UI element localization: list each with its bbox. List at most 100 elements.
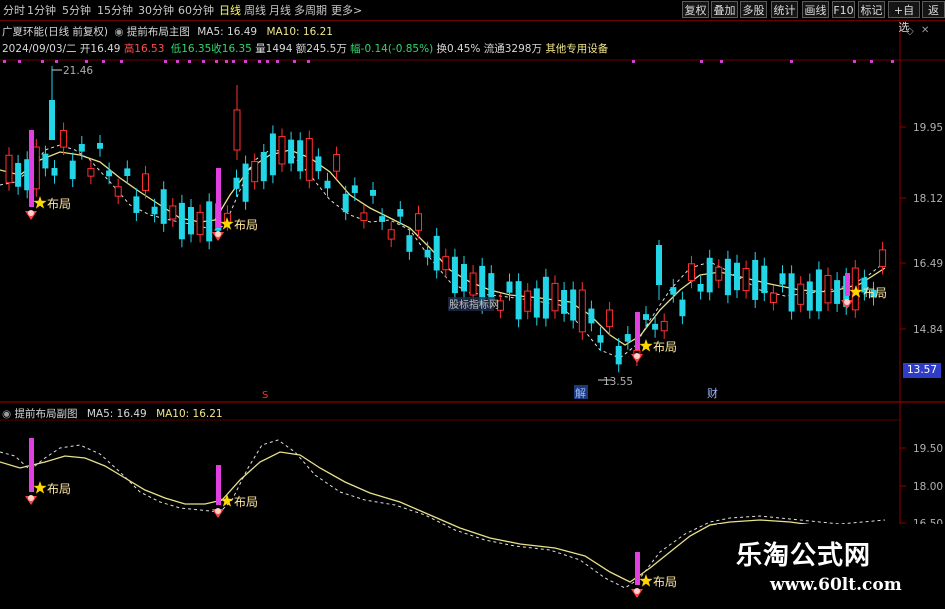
candle-body bbox=[597, 335, 604, 343]
tf-daily[interactable]: 日线 bbox=[219, 2, 241, 18]
candle-body bbox=[433, 235, 440, 271]
star-icon bbox=[33, 196, 47, 209]
candle-body bbox=[60, 129, 68, 148]
signal-label: 布局 bbox=[234, 218, 258, 232]
candlesticks bbox=[5, 66, 887, 373]
huaxian-button[interactable]: 画线 bbox=[802, 1, 829, 18]
candle-body bbox=[734, 262, 740, 291]
add-watchlist-button[interactable]: +自选 bbox=[888, 1, 920, 34]
diejia-button[interactable]: 叠加 bbox=[711, 1, 738, 18]
sub-gear-icon[interactable]: ◉ bbox=[2, 408, 11, 420]
candle-body bbox=[561, 290, 568, 314]
candle-body bbox=[133, 196, 140, 213]
candle-body bbox=[424, 249, 431, 258]
signal-dot bbox=[258, 60, 261, 63]
signal-bar bbox=[29, 438, 34, 492]
diamond-highlight bbox=[844, 299, 850, 305]
candle-body bbox=[160, 189, 167, 224]
diamond-highlight bbox=[634, 353, 640, 359]
signal-dot bbox=[720, 60, 723, 63]
tf-monthly[interactable]: 月线 bbox=[269, 2, 291, 18]
signal-dot bbox=[266, 60, 269, 63]
stock-label[interactable]: 广夏环能(日线 前复权) bbox=[2, 26, 108, 38]
signal-dot bbox=[232, 60, 235, 63]
candle-body bbox=[688, 263, 695, 281]
signal-dot bbox=[18, 60, 21, 63]
candle-body bbox=[406, 235, 413, 252]
price-axis-4: 14.84 bbox=[913, 324, 943, 336]
watermark-url: www.60lt.com bbox=[770, 575, 902, 595]
diamond-highlight bbox=[28, 495, 34, 501]
back-button[interactable]: 返回 bbox=[922, 1, 945, 18]
main-indicator-name[interactable]: 提前布局主图 bbox=[127, 26, 190, 38]
signal-bar bbox=[845, 273, 850, 296]
fuquan-button[interactable]: 复权 bbox=[682, 1, 709, 18]
tf-more[interactable]: 更多> bbox=[331, 2, 362, 18]
biaoji-button[interactable]: 标记 bbox=[858, 1, 885, 18]
tongji-button[interactable]: 统计 bbox=[771, 1, 798, 18]
candle-body bbox=[615, 346, 622, 365]
signal-dot bbox=[293, 60, 296, 63]
candle-body bbox=[461, 264, 467, 292]
diamond-highlight bbox=[634, 588, 640, 594]
price-axis-3: 16.49 bbox=[913, 258, 943, 270]
candle-body bbox=[761, 265, 768, 294]
candle-body bbox=[488, 273, 495, 301]
candle-body bbox=[415, 213, 422, 231]
tf-multi[interactable]: 多周期 bbox=[294, 2, 327, 18]
candle-body bbox=[451, 256, 458, 294]
f10-button[interactable]: F10 bbox=[832, 1, 855, 18]
candle-body bbox=[370, 190, 376, 196]
star-icon bbox=[639, 339, 653, 352]
candle-body bbox=[124, 168, 131, 177]
candle-body bbox=[315, 156, 322, 172]
low-price-label: 13.55 bbox=[603, 376, 633, 388]
duogu-button[interactable]: 多股 bbox=[740, 1, 767, 18]
signal-label: 布局 bbox=[234, 495, 258, 509]
tf-5min[interactable]: 5分钟 bbox=[62, 2, 91, 18]
candle-body bbox=[5, 154, 13, 184]
sub-axis-1: 19.50 bbox=[913, 443, 943, 455]
tf-1min[interactable]: 1分钟 bbox=[27, 2, 56, 18]
candle-body bbox=[834, 280, 841, 304]
indicator-gear-icon[interactable]: ◉ bbox=[114, 26, 123, 38]
change-value: 幅-0.14(-0.85%) bbox=[350, 43, 434, 55]
sub-indicator-name[interactable]: 提前布局副图 bbox=[15, 408, 78, 420]
expand-icon[interactable]: ◇ bbox=[906, 26, 914, 37]
candle-body bbox=[333, 154, 341, 172]
candle-body bbox=[342, 193, 349, 213]
signal-label: 布局 bbox=[863, 286, 887, 300]
candle-body bbox=[97, 142, 103, 149]
tf-15min[interactable]: 15分钟 bbox=[97, 2, 133, 18]
current-price-tag: 13.57 bbox=[903, 363, 941, 378]
close-icon[interactable]: ✕ bbox=[921, 25, 929, 36]
turnover-value: 换0.45% bbox=[436, 43, 481, 55]
candle-body bbox=[697, 284, 704, 292]
sub-axis-2: 18.00 bbox=[913, 481, 943, 493]
high-value: 高16.53 bbox=[123, 43, 165, 55]
sub-signal-markers: 布局布局布局 bbox=[25, 438, 677, 598]
candle-body bbox=[815, 269, 822, 312]
candle-body bbox=[178, 202, 185, 240]
price-axis-2: 18.12 bbox=[913, 193, 943, 205]
tf-fenshi[interactable]: 分时 bbox=[3, 2, 25, 18]
candle-body bbox=[278, 136, 286, 165]
tf-60min[interactable]: 60分钟 bbox=[178, 2, 214, 18]
info-row-1: 广夏环能(日线 前复权) ◉ 提前布局主图 MA5: 16.49 MA10: 1… bbox=[2, 24, 333, 39]
candle-body bbox=[656, 245, 662, 285]
signal-dot bbox=[891, 60, 894, 63]
candle-body bbox=[624, 334, 631, 342]
signal-label: 布局 bbox=[653, 340, 677, 354]
signal-dot bbox=[188, 60, 191, 63]
candle-body bbox=[724, 258, 731, 296]
candle-body bbox=[269, 133, 276, 176]
signal-dot bbox=[853, 60, 856, 63]
float-value: 流通3298万 bbox=[483, 43, 542, 55]
chart-canvas[interactable]: 19.95 18.12 16.49 14.84 19.50 18.00 16.5… bbox=[0, 0, 945, 609]
tf-30min[interactable]: 30分钟 bbox=[138, 2, 174, 18]
tf-weekly[interactable]: 周线 bbox=[244, 2, 266, 18]
candle-body bbox=[469, 272, 477, 296]
signal-bar bbox=[635, 312, 640, 350]
ma5-value: MA5: 16.49 bbox=[197, 26, 258, 38]
signal-dot bbox=[176, 60, 179, 63]
